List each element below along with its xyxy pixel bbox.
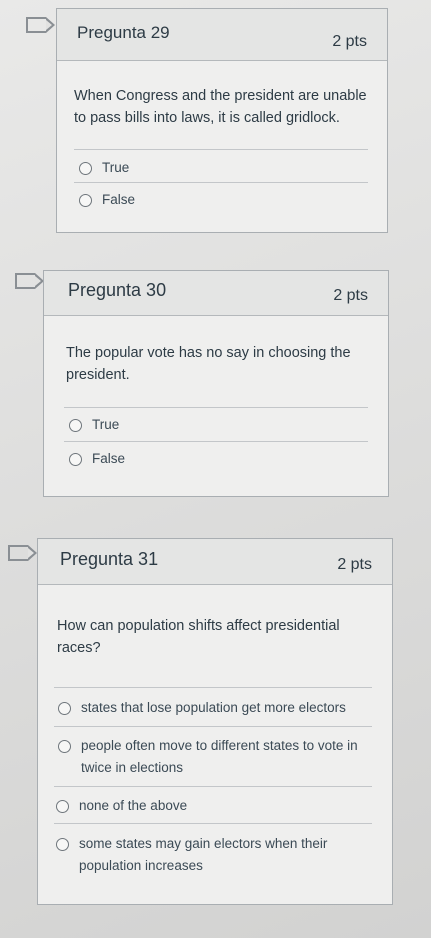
question-header: Pregunta 31 2 pts <box>38 539 392 585</box>
question-points: 2 pts <box>337 556 372 573</box>
radio-button[interactable] <box>56 800 69 813</box>
answer-label: True <box>102 160 130 175</box>
question-card-29: Pregunta 29 2 pts When Congress and the … <box>56 8 388 233</box>
question-text: How can population shifts affect preside… <box>57 618 340 656</box>
answer-option-2[interactable]: people often move to different states to… <box>58 737 358 779</box>
divider <box>64 407 368 408</box>
answer-label: True <box>92 417 120 432</box>
radio-button[interactable] <box>58 740 71 753</box>
question-header: Pregunta 29 2 pts <box>57 9 387 61</box>
question-title: Pregunta 30 <box>68 280 167 300</box>
answer-option-true[interactable]: True <box>69 416 119 436</box>
radio-button[interactable] <box>56 838 69 851</box>
divider <box>54 823 372 824</box>
answer-label: some states may gain electors when their… <box>79 836 328 873</box>
divider <box>54 786 372 787</box>
answer-option-true[interactable]: True <box>79 159 129 179</box>
answer-option-1[interactable]: states that lose population get more ele… <box>58 699 378 719</box>
answer-label: False <box>92 451 126 466</box>
answer-label: people often move to different states to… <box>81 738 358 775</box>
answer-label: states that lose population get more ele… <box>81 700 346 715</box>
flag-icon[interactable] <box>15 273 44 289</box>
question-title: Pregunta 29 <box>77 23 170 42</box>
question-points: 2 pts <box>333 287 368 304</box>
radio-button[interactable] <box>79 194 92 207</box>
answer-option-3[interactable]: none of the above <box>56 797 376 817</box>
divider <box>54 726 372 727</box>
radio-button[interactable] <box>79 162 92 175</box>
answer-label: none of the above <box>79 798 188 813</box>
answer-option-4[interactable]: some states may gain electors when their… <box>56 835 346 877</box>
question-text: The popular vote has no say in choosing … <box>66 345 351 383</box>
radio-button[interactable] <box>69 419 82 432</box>
divider <box>74 182 368 183</box>
question-text: When Congress and the president are unab… <box>74 88 367 126</box>
question-title: Pregunta 31 <box>60 549 159 569</box>
radio-button[interactable] <box>58 702 71 715</box>
divider <box>54 687 372 688</box>
answer-option-false[interactable]: False <box>79 191 135 211</box>
answer-option-false[interactable]: False <box>69 450 125 470</box>
flag-icon[interactable] <box>8 545 37 561</box>
divider <box>74 149 368 150</box>
divider <box>64 441 368 442</box>
flag-icon[interactable] <box>26 17 55 33</box>
question-card-31: Pregunta 31 2 pts How can population shi… <box>37 538 393 905</box>
question-card-30: Pregunta 30 2 pts The popular vote has n… <box>43 270 389 497</box>
question-header: Pregunta 30 2 pts <box>44 271 388 316</box>
answer-label: False <box>102 192 136 207</box>
radio-button[interactable] <box>69 453 82 466</box>
question-points: 2 pts <box>332 33 367 50</box>
